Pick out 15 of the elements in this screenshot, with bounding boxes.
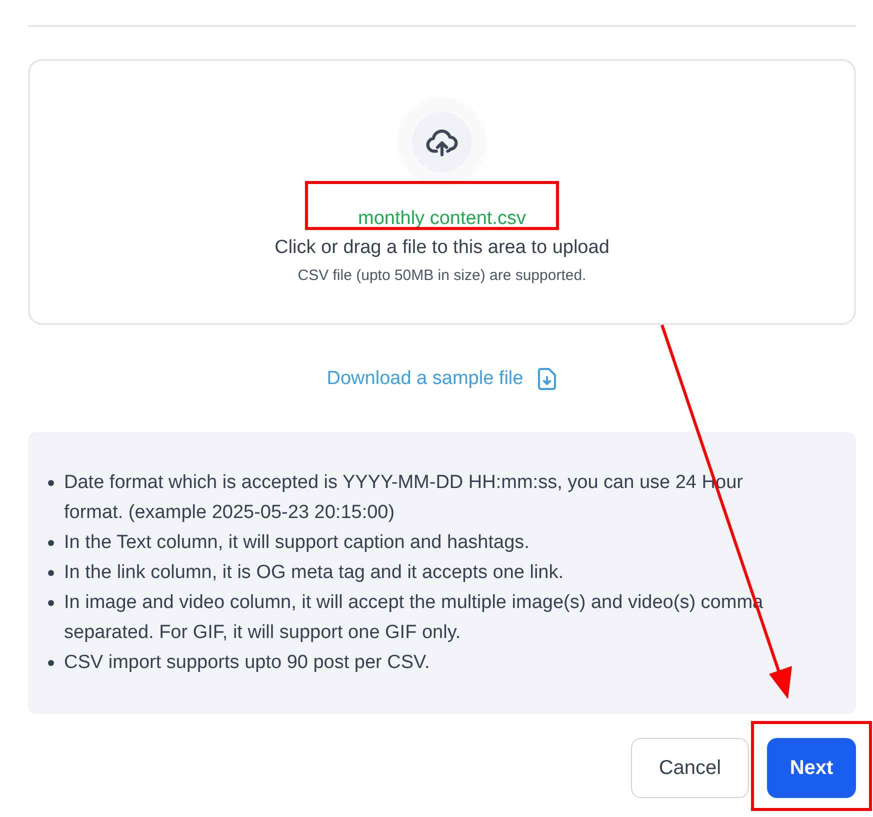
upload-hint: CSV file (upto 50MB in size) are supported. (298, 266, 586, 286)
upload-area[interactable]: monthly content.csv Click or drag a file to this area to upload CSV file (upto 50MB in size) are supported. (28, 59, 856, 325)
file-name: monthly content.csv (358, 207, 526, 231)
note-text: In the Text column, it will support caption and hashtags. (64, 530, 530, 554)
cancel-button[interactable]: Cancel (631, 738, 749, 798)
bullet-icon (48, 540, 54, 546)
note-text: In the link column, it is OG meta tag and it accepts one link. (64, 560, 564, 584)
file-download-icon (537, 367, 558, 392)
bullet-icon (48, 600, 54, 606)
next-button[interactable]: Next (767, 738, 856, 798)
bullet-icon (48, 660, 54, 666)
bullet-icon (48, 570, 54, 576)
note-text: CSV import supports upto 90 post per CSV. (64, 650, 430, 674)
upload-prompt: Click or drag a file to this area to upload (274, 236, 610, 260)
bullet-icon (48, 480, 54, 486)
